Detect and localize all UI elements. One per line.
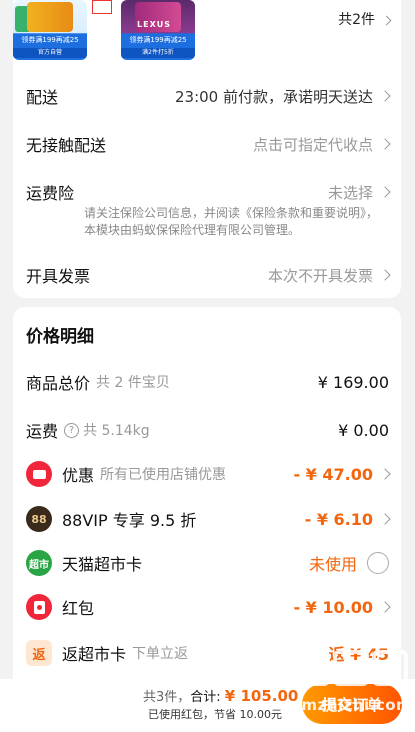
shipping-insurance-row[interactable]: 运费险 未选择 (26, 180, 391, 204)
product-count-label: 共2件 (338, 12, 375, 28)
savings-note: 已使用红包，节省 10.00元 (148, 708, 282, 721)
product-store-tag: 官方自营 (13, 48, 87, 58)
price-details-card (13, 307, 401, 679)
88vip-icon: 88 (26, 506, 52, 532)
red-packet-label: 红包 (62, 599, 95, 618)
supermarket-icon: 超市 (26, 550, 52, 576)
total-label: 合计: (190, 690, 225, 705)
item-count: 共3件， (143, 690, 191, 705)
shipping-fee-label: 运费 (26, 422, 59, 441)
contactless-value: 点击可指定代收点 (252, 134, 391, 155)
goods-total-label: 商品总价 (26, 374, 91, 393)
shipping-fee-row: 运费? 共 5.14kg ¥ 0.00 (26, 418, 389, 442)
cashback-row[interactable]: 返返超市卡 下单立返 返 ¥ 45 (26, 640, 389, 666)
delivery-label: 配送 (26, 88, 59, 107)
question-icon[interactable]: ? (64, 422, 80, 438)
product-promo: 领券满199再减25 (129, 36, 187, 44)
invoice-label: 开具发票 (26, 267, 91, 286)
discount-label: 优惠 (62, 466, 95, 485)
shipping-weight: 共 5.14kg (83, 423, 150, 439)
product-brand: LEXUS (137, 20, 171, 29)
chevron-right-icon (379, 601, 391, 613)
coupon-icon (26, 461, 52, 487)
vip-discount-row[interactable]: 88 88VIP 专享 9.5 折 - ¥ 6.10 (26, 506, 391, 532)
shipping-insurance-value-text: 未选择 (327, 183, 373, 202)
product-image (27, 2, 73, 32)
product-tag-icon (92, 0, 112, 14)
invoice-value-text: 本次不开具发票 (267, 266, 373, 285)
product-promo: 领券满199再减25 (21, 36, 79, 44)
market-card-radio[interactable] (367, 552, 389, 574)
chevron-right-icon (379, 186, 391, 198)
contactless-label: 无接触配送 (26, 136, 107, 155)
checkout-summary: 共3件，合计: ¥ 105.00 (143, 686, 298, 705)
contactless-delivery-row[interactable]: 无接触配送 点击可指定代收点 (26, 132, 391, 156)
insurance-note: 请关注保险公司信息，并阅读《保险条款和重要说明》，本模块由蚂蚁保保险代理有限公司… (84, 206, 379, 237)
discount-sub: 所有已使用店铺优惠 (100, 467, 227, 483)
goods-total-sub: 共 2 件宝贝 (96, 375, 170, 391)
invoice-value: 本次不开具发票 (267, 265, 391, 286)
red-packet-row[interactable]: 红包 - ¥ 10.00 (26, 594, 391, 620)
delivery-value: 23:00 前付款，承诺明天送达 (175, 86, 391, 107)
product-store-tag: 满2件打5折 (121, 48, 195, 58)
chevron-right-icon (379, 269, 391, 281)
discount-value: - ¥ 47.00 (293, 464, 373, 484)
goods-total-value: ¥ 169.00 (317, 372, 389, 392)
invoice-row[interactable]: 开具发票 本次不开具发票 (26, 263, 391, 287)
product-thumbnail[interactable]: LEXUS 领券满199再减25 满2件打5折 (121, 0, 195, 60)
price-details-title: 价格明细 (26, 327, 94, 347)
market-card-row[interactable]: 超市 天猫超市卡 未使用 (26, 550, 389, 576)
chevron-right-icon (379, 138, 391, 150)
cashback-icon: 返 (26, 640, 52, 666)
discount-row[interactable]: 优惠 所有已使用店铺优惠 - ¥ 47.00 (26, 461, 391, 487)
shipping-fee-value: ¥ 0.00 (338, 420, 389, 440)
red-packet-value: - ¥ 10.00 (293, 597, 373, 617)
product-count[interactable]: 共2件 (338, 9, 392, 29)
total-value: ¥ 105.00 (224, 687, 299, 705)
market-card-label: 天猫超市卡 (62, 555, 143, 574)
red-packet-icon (26, 594, 52, 620)
checkout-bar: 共3件，合计: ¥ 105.00 已使用红包，节省 10.00元 提交订单 (0, 679, 415, 732)
vip-label: 88VIP 专享 9.5 折 (62, 511, 197, 530)
chevron-right-icon (379, 90, 391, 102)
cashback-sub: 下单立返 (132, 646, 189, 662)
cashback-value: 返 ¥ 45 (328, 645, 389, 664)
delivery-value-text: 23:00 前付款，承诺明天送达 (175, 87, 373, 106)
product-thumbnail[interactable]: 领券满199再减25 官方自营 (13, 0, 87, 60)
contactless-value-text: 点击可指定代收点 (252, 135, 373, 154)
chevron-right-icon (381, 15, 392, 26)
vip-value: - ¥ 6.10 (304, 509, 373, 529)
market-card-value: 未使用 (308, 555, 357, 574)
delivery-row[interactable]: 配送 23:00 前付款，承诺明天送达 (26, 84, 391, 108)
chevron-right-icon (379, 513, 391, 525)
goods-total-row: 商品总价共 2 件宝贝 ¥ 169.00 (26, 370, 389, 394)
submit-order-button[interactable]: 提交订单 (302, 684, 402, 724)
shipping-insurance-label: 运费险 (26, 184, 75, 203)
cashback-label: 返超市卡 (62, 645, 127, 664)
shipping-insurance-value: 未选择 (327, 182, 391, 203)
chevron-right-icon (379, 468, 391, 480)
